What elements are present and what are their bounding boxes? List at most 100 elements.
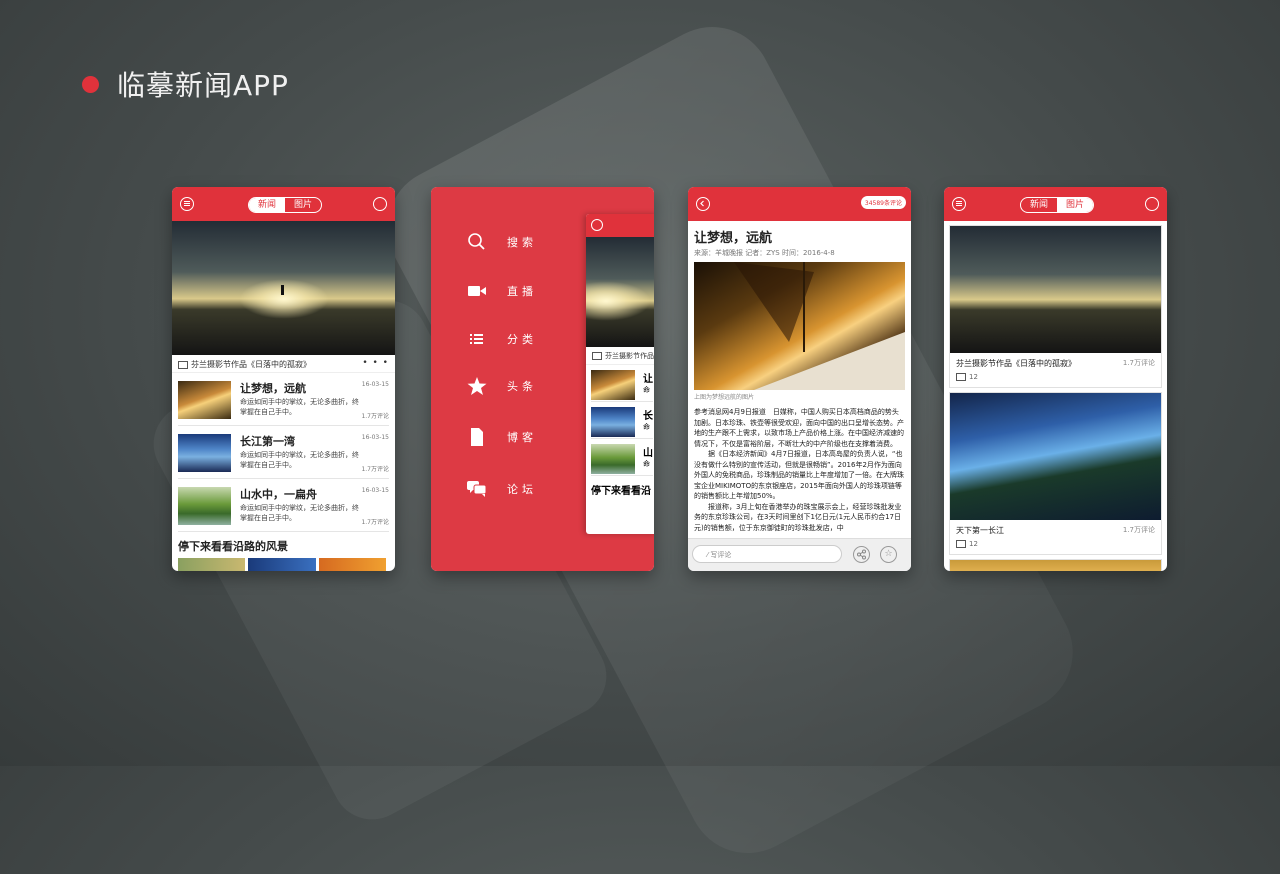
news-date: 16-03-15 xyxy=(361,381,389,388)
tab-switcher: 新闻 图片 xyxy=(1020,197,1094,213)
menu-label: 搜索 xyxy=(507,236,537,249)
page-title: 临摹新闻APP xyxy=(117,69,289,102)
phone-pictures: 新闻 图片 芬兰摄影节作品《日落中的孤寂》 1.7万评论 12 天下第一长江 1… xyxy=(944,187,1167,571)
news-desc: 命 xyxy=(643,460,650,468)
tab-news[interactable]: 新闻 xyxy=(1021,198,1057,212)
news-item[interactable]: 长江第一湾 16-03-15 命运如同手中的掌纹，无论多曲折，终掌握在自己手中。… xyxy=(178,426,389,479)
menu-icon[interactable] xyxy=(952,197,966,211)
news-comments: 1.7万评论 xyxy=(361,466,389,473)
comment-count-badge[interactable]: 34589条评论 xyxy=(860,196,906,209)
news-desc: 命运如同手中的掌纹，无论多曲折，终掌握在自己手中。 xyxy=(240,451,359,469)
menu-item-forum[interactable]: 论坛 xyxy=(467,480,537,498)
tab-pictures[interactable]: 图片 xyxy=(1057,198,1093,212)
news-item: 山 命 xyxy=(591,439,653,476)
tab-switcher: 新闻 图片 xyxy=(248,197,322,213)
share-icon[interactable] xyxy=(853,546,870,563)
picture-title: 芬兰摄影节作品《日落中的孤寂》 xyxy=(956,359,1076,368)
picture-comments: 1.7万评论 xyxy=(1122,359,1155,367)
picture-count-value: 12 xyxy=(969,373,978,381)
menu-icon[interactable] xyxy=(180,197,194,211)
article-image[interactable] xyxy=(694,262,905,390)
title-dot-icon xyxy=(82,75,99,93)
news-thumbnail xyxy=(591,444,635,474)
article-title: 让梦想，远航 xyxy=(694,231,773,246)
menu-item-category[interactable]: 分类 xyxy=(467,330,537,348)
star-icon xyxy=(467,377,487,395)
news-date: 16-03-15 xyxy=(361,434,389,441)
tab-pictures[interactable]: 图片 xyxy=(285,198,321,212)
news-item: 让 命 xyxy=(591,365,653,402)
comment-placeholder: 写评论 xyxy=(710,551,732,559)
menu-label: 论坛 xyxy=(507,483,537,496)
menu-label: 直播 xyxy=(507,285,537,298)
news-date: 16-03-15 xyxy=(361,487,389,494)
menu-item-search[interactable]: 搜索 xyxy=(467,233,537,251)
chat-bubbles-icon xyxy=(467,480,487,498)
news-title: 长江第一湾 xyxy=(240,435,295,448)
news-thumbnail xyxy=(591,407,635,437)
tab-news[interactable]: 新闻 xyxy=(249,198,285,212)
phone-article-detail: 34589条评论 让梦想，远航 来源：羊城晚报 记者：ZYS 时间：2016-4… xyxy=(688,187,911,571)
document-icon xyxy=(467,428,487,446)
news-item[interactable]: 山水中，一扁舟 16-03-15 命运如同手中的掌纹，无论多曲折，终掌握在自己手… xyxy=(178,479,389,532)
picture-image xyxy=(950,226,1161,353)
menu-item-headlines[interactable]: 头条 xyxy=(467,377,537,395)
picture-count: 12 xyxy=(956,373,978,381)
image-icon xyxy=(956,540,966,548)
top-bar: 新闻 图片 xyxy=(172,187,395,221)
news-title: 让 xyxy=(643,374,653,385)
picture-card[interactable]: 天下第一长江 1.7万评论 12 xyxy=(949,392,1162,555)
news-desc: 命运如同手中的掌纹，无论多曲折，终掌握在自己手中。 xyxy=(240,504,359,522)
picture-image xyxy=(950,393,1161,520)
picture-title: 天下第一长江 xyxy=(956,526,1004,535)
news-item[interactable]: 让梦想，远航 16-03-15 命运如同手中的掌纹，无论多曲折，终掌握在自己手中… xyxy=(178,373,389,426)
comment-input[interactable]: ⁄ 写评论 xyxy=(692,545,842,563)
picture-image xyxy=(950,560,1161,571)
comment-bar: ⁄ 写评论 ☆ xyxy=(688,538,911,571)
news-comments: 1.7万评论 xyxy=(361,519,389,526)
top-bar: 新闻 图片 xyxy=(944,187,1167,221)
hero-caption: 芬兰摄影节作品 xyxy=(586,347,654,365)
phone-side-menu: 搜索 直播 分类 头条 博客 论坛 芬兰摄影节作品 让 命 长 命 山 命 停下… xyxy=(431,187,654,571)
image-icon xyxy=(956,373,966,381)
phone-news-home: 新闻 图片 芬兰摄影节作品《日落中的孤寂》 • • • 让梦想，远航 16-03… xyxy=(172,187,395,571)
menu-label: 头条 xyxy=(507,380,537,393)
back-icon[interactable] xyxy=(696,197,710,211)
section-title: 停下来看看沿 xyxy=(591,486,651,497)
picture-comments: 1.7万评论 xyxy=(1122,526,1155,534)
picture-count: 12 xyxy=(956,540,978,548)
menu-icon xyxy=(591,219,603,231)
collapsed-home-preview[interactable]: 芬兰摄影节作品 让 命 长 命 山 命 停下来看看沿 xyxy=(586,214,654,534)
menu-item-live[interactable]: 直播 xyxy=(467,282,537,300)
image-icon xyxy=(178,360,188,369)
article-meta: 来源：羊城晚报 记者：ZYS 时间：2016-4-8 xyxy=(694,249,835,257)
article-body: 参考消息网4月9日报道 日媒称，中国人购买日本高档商品的势头加剧。日本珍珠、铁壶… xyxy=(688,407,911,533)
user-icon[interactable] xyxy=(1145,197,1159,211)
menu-label: 博客 xyxy=(507,431,537,444)
picture-card[interactable]: 芬兰摄影节作品《日落中的孤寂》 1.7万评论 12 xyxy=(949,225,1162,388)
news-title: 山水中，一扁舟 xyxy=(240,488,317,501)
hero-image[interactable] xyxy=(172,221,395,355)
search-icon xyxy=(467,233,487,251)
news-thumbnail xyxy=(178,487,231,525)
user-icon[interactable] xyxy=(373,197,387,211)
image-caption: 上图为梦想远航的图片 xyxy=(694,394,755,401)
news-thumbnail xyxy=(591,370,635,400)
hero-caption-text: 芬兰摄影节作品《日落中的孤寂》 xyxy=(191,360,311,369)
hero-caption: 芬兰摄影节作品《日落中的孤寂》 • • • xyxy=(172,355,395,373)
favorite-star-icon[interactable]: ☆ xyxy=(880,546,897,563)
news-thumbnail xyxy=(178,434,231,472)
article-paragraph: 参考消息网4月9日报道 日媒称，中国人购买日本高档商品的势头加剧。日本珍珠、铁壶… xyxy=(694,408,904,448)
menu-item-blog[interactable]: 博客 xyxy=(467,428,537,446)
scenery-strip[interactable] xyxy=(178,558,389,571)
news-item: 长 命 xyxy=(591,402,653,439)
page-heading: 临摹新闻APP xyxy=(82,64,289,104)
picture-card[interactable] xyxy=(949,559,1162,571)
list-icon xyxy=(467,330,487,348)
top-bar: 34589条评论 xyxy=(688,187,911,221)
image-icon xyxy=(592,352,602,360)
hero-caption-text: 芬兰摄影节作品 xyxy=(605,352,654,360)
news-title: 让梦想，远航 xyxy=(240,382,306,395)
news-desc: 命 xyxy=(643,386,650,394)
more-icon[interactable]: • • • xyxy=(362,358,389,368)
